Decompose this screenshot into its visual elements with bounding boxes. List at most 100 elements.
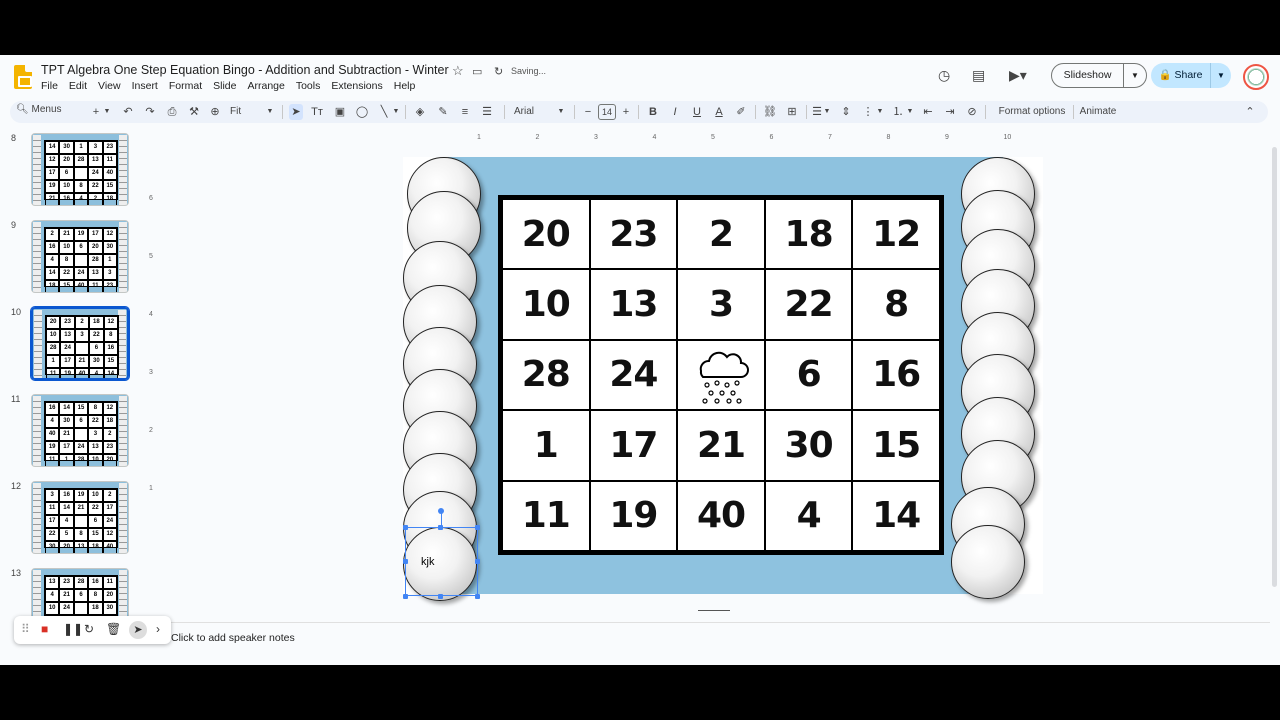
resize-handle[interactable] xyxy=(403,594,408,599)
resize-handle[interactable] xyxy=(438,594,443,599)
shape-icon[interactable]: ◯ xyxy=(355,104,369,120)
snowball-circle[interactable] xyxy=(951,525,1025,599)
chevron-down-icon[interactable]: ▼ xyxy=(1124,71,1146,80)
share-button[interactable]: 🔒 Share ▼ xyxy=(1151,63,1231,88)
chevron-down-icon[interactable]: ▼ xyxy=(876,104,884,120)
clear-formatting-icon[interactable]: ⊘ xyxy=(965,104,979,120)
slide-thumbnail[interactable]: 3 16 19 10 2 11 14 21 22 17 17 4 6 24 22 5 8 15 12 30 20 13 18… xyxy=(31,481,129,554)
chevron-down-icon[interactable]: ▼ xyxy=(103,104,111,120)
paint-format-icon[interactable]: ⚒ xyxy=(187,104,201,120)
format-options-button[interactable]: Format options xyxy=(992,104,1072,120)
stop-record-icon[interactable]: ■ xyxy=(41,622,48,636)
text-color-icon[interactable]: A xyxy=(713,104,725,120)
share-label[interactable]: 🔒 Share xyxy=(1151,63,1211,88)
scrollbar-thumb[interactable] xyxy=(1272,147,1277,587)
italic-icon[interactable]: I xyxy=(669,104,681,120)
meet-video-icon[interactable]: ▶▾ xyxy=(1009,67,1027,84)
resize-handle[interactable] xyxy=(403,525,408,530)
textbox-content[interactable]: kjk xyxy=(421,556,434,568)
chevron-down-icon[interactable]: ▼ xyxy=(392,104,400,120)
resize-handle[interactable] xyxy=(403,559,408,564)
avatar[interactable] xyxy=(1243,64,1269,90)
bulleted-list-icon[interactable]: ⋮ xyxy=(861,104,875,120)
delete-icon[interactable]: 🗑︎ xyxy=(106,622,121,636)
line-icon[interactable]: ╲ xyxy=(377,104,391,120)
rotate-handle[interactable] xyxy=(438,508,444,514)
text-box-icon[interactable]: Tт xyxy=(310,104,324,120)
fill-color-icon[interactable]: ◈ xyxy=(413,104,427,120)
chevron-down-icon[interactable]: ▼ xyxy=(557,104,565,120)
menu-arrange[interactable]: Arrange xyxy=(247,80,284,94)
zoom-select[interactable]: Fit xyxy=(230,104,270,120)
new-slide-icon[interactable]: + xyxy=(90,104,102,120)
document-title[interactable]: TPT Algebra One Step Equation Bingo - Ad… xyxy=(41,63,449,77)
slide-thumbnail[interactable]: 2 21 19 17 12 16 10 6 20 30 4 8 28 1 14 22 24 13 3 18 15 40 11… xyxy=(31,220,129,293)
resize-handle[interactable] xyxy=(438,525,443,530)
chevron-down-icon[interactable]: ▼ xyxy=(1211,71,1231,80)
border-dash-icon[interactable]: ☰ xyxy=(480,104,494,120)
slide-canvas[interactable]: 20 23 2 18 12 10 13 3 22 8 28 24 6 16 1 17 21 30 15 11 19 40 4… xyxy=(403,157,1043,601)
bold-icon[interactable]: B xyxy=(647,104,659,120)
font-size-input[interactable]: 14 xyxy=(598,104,616,120)
vertical-ruler[interactable]: 6 5 4 3 2 1 xyxy=(149,195,157,645)
animate-button[interactable]: Animate xyxy=(1076,104,1120,120)
add-comment-icon[interactable]: ⊞ xyxy=(785,104,799,120)
horizontal-ruler[interactable]: 1 2 3 4 5 6 7 8 9 10 xyxy=(410,134,1020,146)
menu-insert[interactable]: Insert xyxy=(132,80,158,94)
menu-help[interactable]: Help xyxy=(394,80,416,94)
bingo-board[interactable]: 20 23 2 18 12 10 13 3 22 8 28 24 6 16 1 17 21 30 15 11 19 40 4… xyxy=(498,195,944,555)
menu-format[interactable]: Format xyxy=(169,80,202,94)
undo-icon[interactable]: ↶ xyxy=(121,104,135,120)
chevron-right-icon[interactable]: › xyxy=(156,622,160,636)
select-pointer-icon[interactable]: ➤ xyxy=(289,104,303,120)
align-icon[interactable]: ☰ xyxy=(810,104,824,120)
speaker-notes-placeholder[interactable]: Click to add speaker notes xyxy=(171,632,295,644)
chevron-down-icon[interactable]: ▼ xyxy=(823,104,831,120)
notes-resize-handle[interactable] xyxy=(698,610,730,611)
slideshow-label[interactable]: Slideshow xyxy=(1052,64,1124,87)
pointer-icon[interactable]: ➤ xyxy=(129,621,147,639)
chevron-down-icon[interactable]: ▼ xyxy=(266,104,274,120)
restart-icon[interactable]: ↻ xyxy=(84,622,94,636)
slideshow-button[interactable]: Slideshow ▼ xyxy=(1051,63,1147,88)
slides-logo-icon[interactable] xyxy=(14,65,32,89)
line-spacing-icon[interactable]: ⇕ xyxy=(839,104,853,120)
increase-font-icon[interactable]: + xyxy=(620,104,632,120)
border-color-icon[interactable]: ✎ xyxy=(436,104,450,120)
collapse-toolbar-icon[interactable]: ⌃ xyxy=(1244,104,1256,120)
decrease-font-icon[interactable]: − xyxy=(582,104,594,120)
menu-tools[interactable]: Tools xyxy=(296,80,321,94)
zoom-icon[interactable]: ⊕ xyxy=(208,104,222,120)
increase-indent-icon[interactable]: ⇥ xyxy=(943,104,957,120)
version-history-icon[interactable]: ◷ xyxy=(938,67,950,84)
menu-view[interactable]: View xyxy=(98,80,121,94)
menu-slide[interactable]: Slide xyxy=(213,80,236,94)
decrease-indent-icon[interactable]: ⇤ xyxy=(921,104,935,120)
menu-file[interactable]: File xyxy=(41,80,58,94)
menu-extensions[interactable]: Extensions xyxy=(331,80,382,94)
redo-icon[interactable]: ↷ xyxy=(143,104,157,120)
slide-thumbnail[interactable]: 20 23 2 18 12 10 13 3 22 8 28 24 6 16 1 17 21 30 15 11 19 40 4… xyxy=(30,306,130,381)
chevron-down-icon[interactable]: ▼ xyxy=(906,104,914,120)
comments-icon[interactable]: ▤ xyxy=(972,67,985,84)
highlight-icon[interactable]: ✐ xyxy=(735,104,747,120)
print-icon[interactable]: ⎙ xyxy=(165,104,179,120)
selected-text-box[interactable] xyxy=(405,527,478,596)
resize-handle[interactable] xyxy=(475,594,480,599)
menu-edit[interactable]: Edit xyxy=(69,80,87,94)
speaker-notes[interactable]: Click to add speaker notes xyxy=(160,610,1270,652)
numbered-list-icon[interactable]: ⒈ xyxy=(891,104,905,120)
drag-handle-icon[interactable]: ⠿ xyxy=(21,622,30,636)
resize-handle[interactable] xyxy=(475,525,480,530)
slide-thumbnail[interactable]: 13 23 28 16 11 4 21 6 8 20 10 24 18 30 xyxy=(31,568,129,623)
menus-search[interactable]: 🔍︎ Menus xyxy=(16,104,62,120)
star-icon[interactable]: ☆ xyxy=(452,63,464,79)
pause-icon[interactable]: ❚❚ xyxy=(63,622,83,636)
image-icon[interactable]: ▣ xyxy=(333,104,347,120)
slide-thumbnail[interactable]: 14 30 1 3 23 12 20 28 13 11 17 6 24 40 19 10 8 22 15 21 16 4 2… xyxy=(31,133,129,206)
resize-handle[interactable] xyxy=(475,559,480,564)
slide-thumbnail[interactable]: 16 14 15 8 12 4 30 6 22 18 40 21 3 2 19 17 24 13 23 11 1 28 10… xyxy=(31,394,129,467)
move-folder-icon[interactable]: ▭ xyxy=(472,65,482,78)
underline-icon[interactable]: U xyxy=(691,104,703,120)
link-icon[interactable]: ⛓ xyxy=(763,104,777,120)
